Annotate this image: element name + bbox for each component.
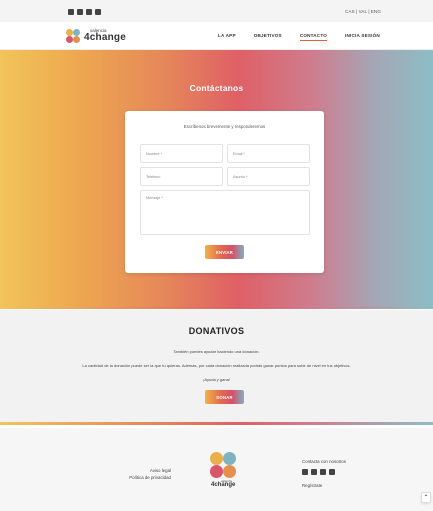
contact-title: Contáctanos: [189, 83, 244, 93]
top-bar: CAS | VAL | ENG: [0, 0, 433, 22]
send-button[interactable]: ENVIAR: [205, 245, 244, 259]
nav-contacto[interactable]: CONTACTO: [299, 33, 328, 41]
donations-line-1: También puedes ayudar haciendo una donac…: [173, 349, 260, 354]
nav-objetivos[interactable]: OBJETIVOS: [254, 33, 282, 41]
footer-social-links: [302, 469, 335, 475]
scroll-to-top-button[interactable]: ⌃: [421, 492, 431, 503]
site-footer: Aviso legal Política de privacidad valen…: [0, 428, 433, 511]
nav-la-app[interactable]: LA APP: [218, 33, 236, 41]
footer-legal-links: Aviso legal Política de privacidad: [129, 467, 171, 481]
contact-form-card: Escríbenos brevemente y responderemos No…: [125, 111, 324, 273]
site-header: valencia 4change LA APP OBJETIVOS CONTAC…: [0, 22, 433, 50]
donations-title: DONATIVOS: [188, 326, 245, 336]
facebook-icon[interactable]: [311, 469, 317, 475]
site-logo[interactable]: valencia 4change: [66, 27, 126, 45]
legal-notice-link[interactable]: Aviso legal: [129, 467, 171, 474]
gradient-divider-2: [0, 422, 433, 425]
logo-big-text: 4change: [84, 32, 126, 44]
subject-field[interactable]: Asunto *: [227, 167, 310, 186]
main-nav: LA APP OBJETIVOS CONTACTO INICIA SESIÓN: [218, 33, 398, 41]
footer-logo-big-text: 4change: [211, 482, 236, 488]
email-icon[interactable]: [95, 9, 101, 15]
youtube-icon[interactable]: [86, 9, 92, 15]
youtube-icon[interactable]: [320, 469, 326, 475]
language-switcher[interactable]: CAS | VAL | ENG: [345, 9, 381, 14]
donations-line-3: ¡Ayuda y gana!: [203, 377, 230, 382]
footer-logo-flower-icon: [210, 452, 236, 478]
contact-subtitle: Escríbenos brevemente y responderemos: [183, 124, 266, 129]
donations-section: DONATIVOS También puedes ayudar haciendo…: [0, 310, 433, 422]
name-field[interactable]: Nombre *: [140, 144, 223, 163]
message-field[interactable]: Mensaje *: [140, 190, 310, 235]
privacy-policy-link[interactable]: Política de privacidad: [129, 474, 171, 481]
phone-field[interactable]: Teléfono: [140, 167, 223, 186]
email-field[interactable]: Email *: [227, 144, 310, 163]
instagram-icon[interactable]: [302, 469, 308, 475]
donate-button[interactable]: DONAR: [205, 390, 244, 404]
register-link[interactable]: Regístrate: [302, 483, 322, 488]
donations-line-2: La cantidad de la donación puede ser la …: [82, 363, 351, 368]
nav-inicia-sesion[interactable]: INICIA SESIÓN: [345, 33, 380, 41]
instagram-icon[interactable]: [68, 9, 74, 15]
email-icon[interactable]: [329, 469, 335, 475]
logo-flower-icon: [66, 29, 80, 43]
social-links: [68, 9, 101, 15]
footer-contact-label: Contacta con nosotros: [302, 459, 346, 464]
chevron-up-icon: ⌃: [423, 495, 429, 501]
gradient-divider: [0, 306, 433, 309]
facebook-icon[interactable]: [77, 9, 83, 15]
footer-logo[interactable]: valencia 4change: [208, 452, 238, 492]
